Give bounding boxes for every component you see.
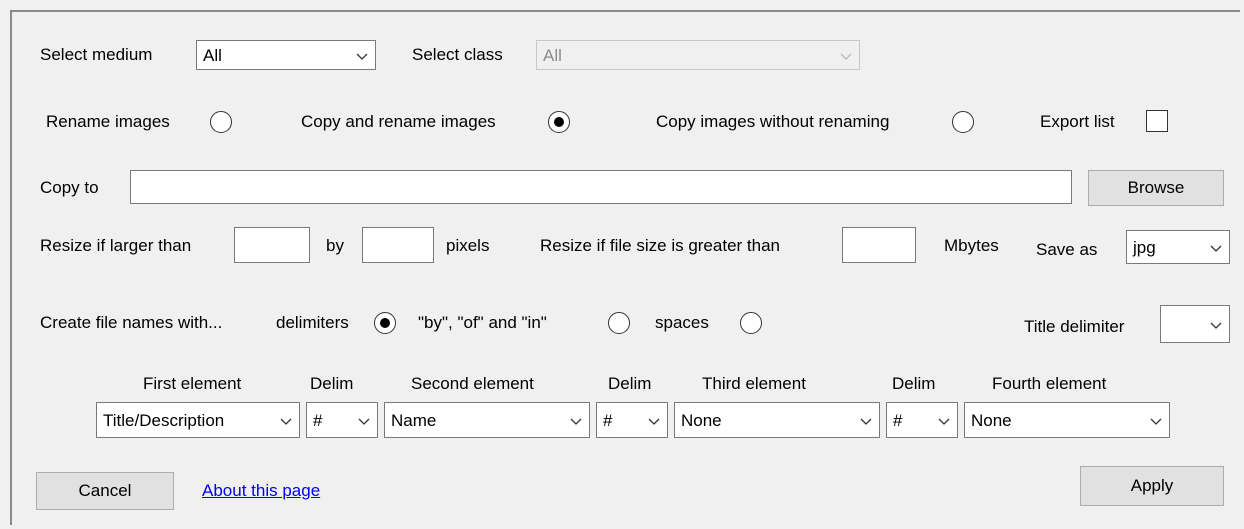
fourth-element-header: Fourth element bbox=[992, 374, 1107, 393]
copy-to-input[interactable] bbox=[130, 170, 1072, 204]
export-list-checkbox[interactable] bbox=[1146, 110, 1168, 132]
save-as-label: Save as bbox=[1036, 240, 1098, 259]
delimiters-label: delimiters bbox=[276, 313, 349, 332]
delim-header-3: Delim bbox=[892, 374, 936, 393]
export-list-label: Export list bbox=[1040, 112, 1115, 131]
byofin-radio[interactable] bbox=[608, 312, 630, 334]
chevron-down-icon bbox=[648, 418, 660, 425]
fourth-element-value: None bbox=[971, 411, 1012, 430]
copy-to-label: Copy to bbox=[40, 178, 99, 197]
second-element-header: Second element bbox=[411, 374, 534, 393]
second-element-value: Name bbox=[391, 411, 437, 430]
third-element-select[interactable]: None bbox=[674, 402, 880, 438]
about-this-page-link[interactable]: About this page bbox=[202, 481, 320, 501]
delimiters-radio[interactable] bbox=[374, 312, 396, 334]
chevron-down-icon bbox=[1210, 322, 1222, 329]
rename-images-label: Rename images bbox=[46, 112, 170, 131]
chevron-down-icon bbox=[860, 418, 872, 425]
third-element-header: Third element bbox=[702, 374, 806, 393]
first-element-header: First element bbox=[143, 374, 242, 393]
chevron-down-icon bbox=[938, 418, 950, 425]
spaces-label: spaces bbox=[655, 313, 709, 332]
second-element-select[interactable]: Name bbox=[384, 402, 590, 438]
title-delimiter-label: Title delimiter bbox=[1024, 317, 1125, 336]
delim1-value: # bbox=[313, 411, 323, 430]
title-delimiter-select[interactable] bbox=[1160, 305, 1230, 343]
save-as-select[interactable]: jpg bbox=[1126, 230, 1230, 264]
copy-no-rename-radio[interactable] bbox=[952, 111, 974, 133]
select-medium-label: Select medium bbox=[40, 45, 153, 64]
resize-height-input[interactable] bbox=[362, 227, 434, 263]
by-label: by bbox=[326, 236, 344, 255]
third-element-value: None bbox=[681, 411, 722, 430]
resize-larger-label: Resize if larger than bbox=[40, 236, 192, 255]
select-class-label: Select class bbox=[412, 45, 503, 64]
cancel-button-label: Cancel bbox=[78, 481, 132, 500]
browse-button[interactable]: Browse bbox=[1088, 170, 1224, 206]
fourth-element-select[interactable]: None bbox=[964, 402, 1170, 438]
delim-header-1: Delim bbox=[310, 374, 354, 393]
radio-selected-dot bbox=[379, 317, 390, 328]
first-element-value: Title/Description bbox=[103, 411, 225, 430]
spaces-radio[interactable] bbox=[740, 312, 762, 334]
chevron-down-icon bbox=[570, 418, 582, 425]
form-frame bbox=[10, 10, 1240, 525]
rename-images-radio[interactable] bbox=[210, 111, 232, 133]
copy-rename-label: Copy and rename images bbox=[301, 112, 496, 131]
medium-select-value: All bbox=[203, 46, 222, 65]
chevron-down-icon bbox=[356, 53, 368, 60]
chevron-down-icon bbox=[1150, 418, 1162, 425]
delim2-value: # bbox=[603, 411, 613, 430]
save-as-value: jpg bbox=[1133, 238, 1156, 257]
copy-no-rename-label: Copy images without renaming bbox=[656, 112, 890, 131]
pixels-label: pixels bbox=[446, 236, 490, 255]
delim3-select[interactable]: # bbox=[886, 402, 958, 438]
byofin-label: "by", "of" and "in" bbox=[418, 313, 547, 332]
filesize-input[interactable] bbox=[842, 227, 916, 263]
mbytes-label: Mbytes bbox=[944, 236, 999, 255]
class-select-value: All bbox=[543, 46, 562, 65]
delim1-select[interactable]: # bbox=[306, 402, 378, 438]
class-select: All bbox=[536, 40, 860, 70]
create-file-names-label: Create file names with... bbox=[40, 313, 223, 332]
resize-width-input[interactable] bbox=[234, 227, 310, 263]
radio-selected-dot bbox=[553, 116, 564, 127]
chevron-down-icon bbox=[280, 418, 292, 425]
apply-button[interactable]: Apply bbox=[1080, 466, 1224, 506]
browse-button-label: Browse bbox=[1127, 178, 1185, 197]
copy-rename-radio[interactable] bbox=[548, 111, 570, 133]
chevron-down-icon bbox=[840, 53, 852, 60]
chevron-down-icon bbox=[1210, 245, 1222, 252]
medium-select[interactable]: All bbox=[196, 40, 376, 70]
apply-button-label: Apply bbox=[1130, 476, 1174, 495]
first-element-select[interactable]: Title/Description bbox=[96, 402, 300, 438]
cancel-button[interactable]: Cancel bbox=[36, 472, 174, 510]
delim-header-2: Delim bbox=[608, 374, 652, 393]
delim3-value: # bbox=[893, 411, 903, 430]
chevron-down-icon bbox=[358, 418, 370, 425]
delim2-select[interactable]: # bbox=[596, 402, 668, 438]
filesize-label: Resize if file size is greater than bbox=[540, 236, 780, 255]
